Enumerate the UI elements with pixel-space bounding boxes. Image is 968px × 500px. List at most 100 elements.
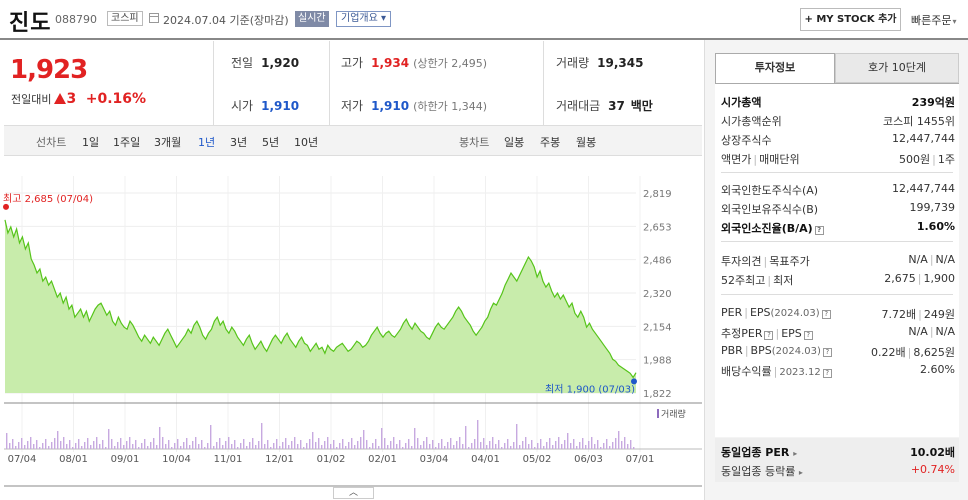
stat-open: 시가 1,910 — [231, 97, 299, 114]
wk52-low-label: 최저 — [773, 274, 794, 287]
quick-order-button[interactable]: 빠른주문▾ — [911, 12, 957, 28]
stat-label: 거래대금 — [556, 99, 601, 113]
line-chart-label: 선차트 — [36, 136, 67, 149]
stat-label: 거래량 — [556, 56, 590, 70]
period-3m[interactable]: 3개월 — [154, 134, 181, 150]
volume-bar — [132, 444, 134, 449]
volume-bar — [192, 441, 194, 449]
stock-header: 진도 088790 코스피 2024.07.04 기준(장마감) 실시간 기업개… — [0, 0, 968, 38]
volume-bar — [510, 446, 512, 449]
x-tick-label: 04/01 — [471, 454, 500, 465]
volume-bar — [477, 420, 479, 449]
volume-bar — [123, 445, 125, 449]
help-icon[interactable]: ? — [814, 226, 824, 235]
period-1y[interactable]: 1년 — [198, 134, 215, 150]
add-my-stock-button[interactable]: + MY STOCK 추가 — [800, 8, 901, 31]
volume-bar — [33, 444, 35, 449]
volume-bar — [588, 441, 590, 449]
row-label[interactable]: 동일업종 PER ▸ — [721, 444, 797, 460]
period-1d[interactable]: 1일 — [82, 134, 99, 150]
tab-order-book-10[interactable]: 호가 10단계 — [835, 53, 959, 83]
volume-bar — [618, 431, 620, 449]
x-tick-label: 11/01 — [214, 454, 243, 465]
volume-bar — [408, 439, 410, 449]
info-row-opinion: 투자의견 | 목표주가 N/A | N/A — [721, 253, 957, 269]
est-per-value: N/A — [908, 325, 928, 338]
volume-bar — [321, 445, 323, 449]
period-10y[interactable]: 10년 — [294, 134, 318, 150]
volume-bar — [459, 437, 461, 449]
period-3y[interactable]: 3년 — [230, 134, 247, 150]
row-value: 10.02배 — [910, 446, 955, 459]
quick-order-label: 빠른주문 — [911, 14, 952, 27]
volume-bar — [483, 438, 485, 449]
volume-bar — [168, 440, 170, 449]
row-value: 2,675 | 1,900 — [884, 272, 955, 285]
price-chart[interactable]: 2,819 2,653 2,486 2,320 2,154 1,988 1,822 최고 2,… — [0, 156, 702, 487]
par-label: 액면가 — [721, 153, 752, 166]
candle-daily[interactable]: 일봉 — [504, 134, 524, 150]
corp-overview-dropdown[interactable]: 기업개요 ▾ — [336, 11, 392, 27]
volume-bar — [582, 438, 584, 449]
realtime-button[interactable]: 실시간 — [295, 11, 329, 27]
wk52-high-label: 52주최고 — [721, 274, 766, 287]
volume-bar — [468, 447, 470, 449]
row-label: 시가총액 — [721, 96, 762, 109]
collapse-button[interactable]: ︿ — [333, 487, 374, 499]
divider — [213, 41, 214, 125]
candle-monthly[interactable]: 월봉 — [576, 134, 596, 150]
volume-bar — [144, 439, 146, 449]
tab-investment-info[interactable]: 투자정보 — [715, 53, 835, 83]
volume-bar — [165, 444, 167, 449]
volume-bar — [237, 447, 239, 449]
volume-bar — [564, 440, 566, 449]
volume-bar — [591, 437, 593, 449]
volume-bar — [306, 443, 308, 449]
period-1w[interactable]: 1주일 — [113, 134, 140, 150]
label-separator: | — [767, 274, 772, 287]
stat-value: 19,345 — [597, 56, 644, 70]
volume-bar — [285, 438, 287, 449]
bps-period: (2024.03) — [771, 346, 821, 357]
help-icon[interactable]: ? — [822, 348, 832, 357]
volume-bar — [525, 437, 527, 449]
base-date: 2024.07.04 기준(장마감) — [163, 14, 289, 27]
volume-bar — [351, 438, 353, 449]
volume-bar — [51, 442, 53, 449]
market-badge: 코스피 — [107, 11, 143, 26]
volume-bar — [228, 437, 230, 449]
volume-bar — [441, 439, 443, 449]
price-change: 전일대비 3 +0.16% — [11, 91, 146, 107]
help-icon[interactable]: ? — [803, 331, 813, 340]
row-value: 2.60% — [920, 363, 955, 376]
row-label[interactable]: 동일업종 등락률 ▸ — [721, 463, 803, 479]
info-row-sector-per: 동일업종 PER ▸ 10.02배 — [721, 444, 957, 460]
volume-bar — [540, 439, 542, 449]
volume-bar — [447, 442, 449, 449]
x-tick-label: 10/04 — [162, 454, 191, 465]
divider — [721, 172, 953, 173]
sector-per-label: 동일업종 PER — [721, 446, 790, 459]
row-label: 배당수익률 | 2023.12? — [721, 363, 832, 379]
volume-bar — [114, 446, 116, 449]
volume-bar — [54, 438, 56, 449]
volume-bar — [312, 432, 314, 449]
y-tick-label: 2,653 — [643, 222, 672, 233]
volume-bar — [450, 438, 452, 449]
volume-bar — [378, 446, 380, 449]
help-icon[interactable]: ? — [821, 310, 831, 319]
min-label: 최저 1,900 (07/03) — [545, 383, 635, 395]
help-icon[interactable]: ? — [764, 331, 774, 340]
candle-weekly[interactable]: 주봉 — [540, 134, 560, 150]
volume-bar — [492, 437, 494, 449]
x-tick-label: 01/02 — [317, 454, 346, 465]
volume-bar — [555, 441, 557, 449]
help-icon[interactable]: ? — [822, 369, 832, 378]
bps-value: 8,625원 — [913, 346, 955, 359]
row-label: 시가총액순위 — [721, 115, 782, 128]
period-5y[interactable]: 5년 — [262, 134, 279, 150]
volume-bar — [297, 444, 299, 449]
row-value: 12,447,744 — [892, 182, 955, 195]
info-row-mcap: 시가총액 239억원 — [721, 94, 957, 110]
row-label: 외국인보유주식수(B) — [721, 203, 819, 216]
